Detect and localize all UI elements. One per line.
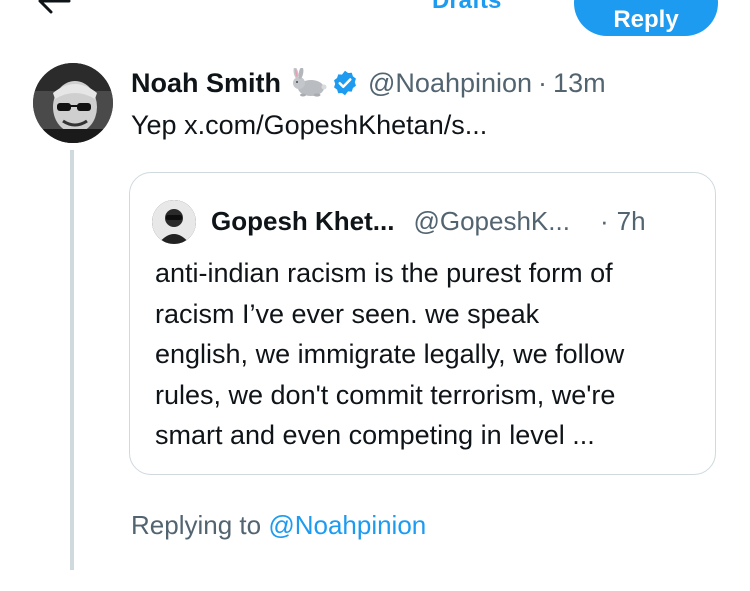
tweet-header: Noah Smith @Noahpinion · 13m [131,66,606,100]
quoted-text-line: racism I’ve ever seen. we speak [155,298,540,329]
quoted-author-handle[interactable]: @GopeshK... [413,206,569,237]
quoted-text-line: rules, we don't commit terrorism, we're [155,379,616,410]
quoted-tweet-header: Gopesh Khet... @GopeshK... · 7h [211,204,646,238]
quoted-tweet-card[interactable]: Gopesh Khet... @GopeshK... · 7h anti-ind… [129,172,716,475]
tweet-text[interactable]: Yep x.com/GopeshKhetan/s... [131,110,487,141]
thread-line [70,150,74,570]
author-handle[interactable]: @Noahpinion [368,68,532,99]
quoted-author-name[interactable]: Gopesh Khet... [211,206,394,237]
quoted-text-line: smart and even competing in level ... [155,420,595,450]
quoted-tweet-text: anti-indian racism is the purest form of… [155,253,705,456]
separator-dot: · [599,205,609,236]
author-avatar[interactable] [33,63,113,143]
arrow-left-icon[interactable] [36,0,72,16]
reply-button[interactable]: Reply [574,0,718,36]
quoted-tweet-timestamp[interactable]: 7h [617,206,646,237]
replying-mention-link[interactable]: @Noahpinion [268,510,426,540]
separator-dot: · [538,67,548,98]
verified-badge-icon[interactable] [331,69,359,97]
quoted-text-line: anti-indian racism is the purest form of [155,258,613,288]
replying-prefix: Replying to [131,510,269,540]
author-name[interactable]: Noah Smith [131,68,281,99]
top-bar: Drafts Reply [0,0,750,40]
avatar-image [33,63,113,143]
tweet-timestamp[interactable]: 13m [553,68,606,99]
quoted-avatar-image [152,200,196,244]
rabbit-emoji-icon [293,68,327,97]
quoted-text-line: english, we immigrate legally, we follow [155,339,625,369]
drafts-link[interactable]: Drafts [432,0,501,16]
replying-to-label: Replying to @Noahpinion [131,510,426,541]
quoted-author-avatar[interactable] [152,200,196,244]
